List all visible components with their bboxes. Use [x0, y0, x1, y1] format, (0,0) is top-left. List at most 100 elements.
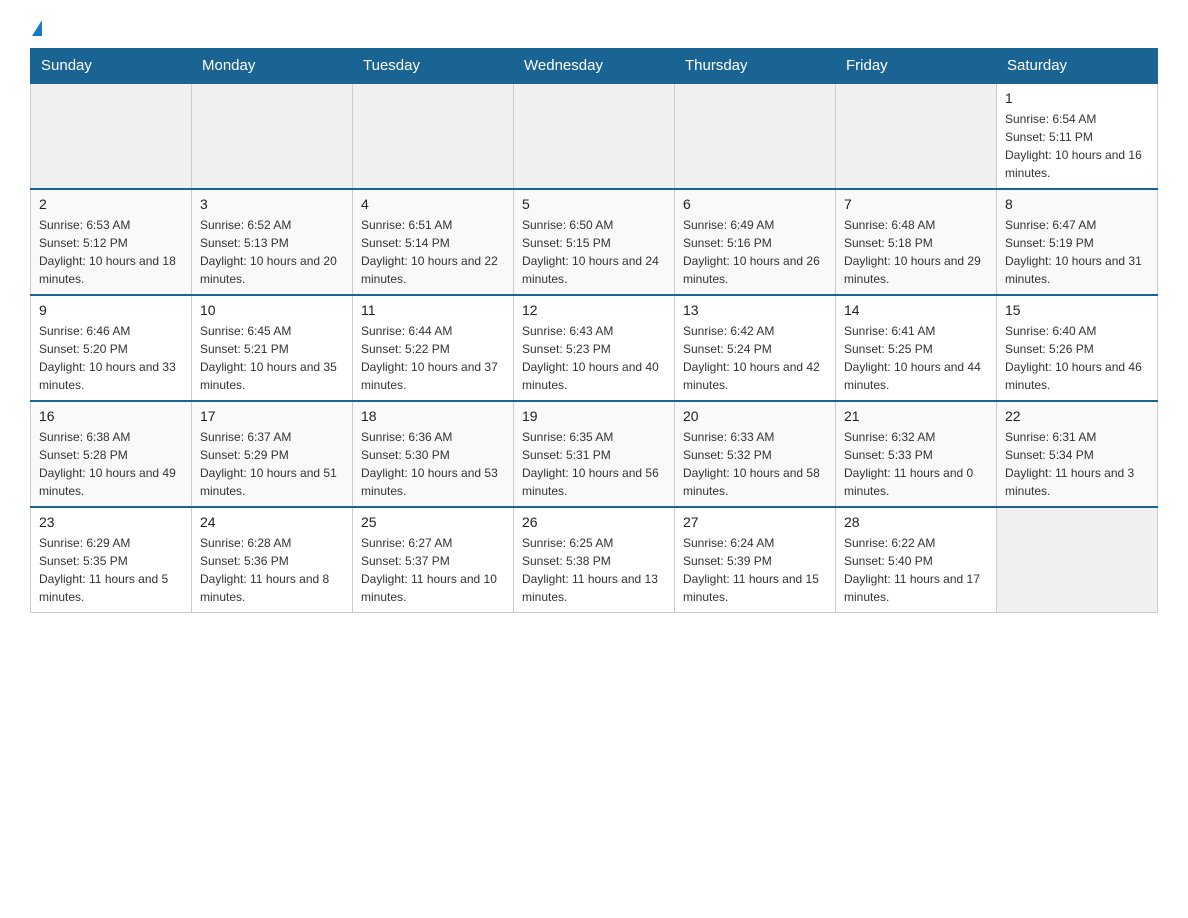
calendar-cell: 11 Sunrise: 6:44 AM Sunset: 5:22 PM Dayli…	[353, 295, 514, 401]
day-number: 1	[1005, 90, 1149, 106]
day-number: 10	[200, 302, 344, 318]
calendar-table: SundayMondayTuesdayWednesdayThursdayFrid…	[30, 48, 1158, 613]
day-info: Sunrise: 6:40 AM Sunset: 5:26 PM Dayligh…	[1005, 322, 1149, 394]
calendar-cell: 17 Sunrise: 6:37 AM Sunset: 5:29 PM Dayli…	[192, 401, 353, 507]
calendar-cell: 9Sunrise: 6:46 AM Sunset: 5:20 PM Daylig…	[31, 295, 192, 401]
day-number: 17	[200, 408, 344, 424]
day-number: 15	[1005, 302, 1149, 318]
day-number: 3	[200, 196, 344, 212]
day-number: 5	[522, 196, 666, 212]
calendar-cell: 24Sunrise: 6:28 AM Sunset: 5:36 PM Dayli…	[192, 507, 353, 613]
day-number: 21	[844, 408, 988, 424]
calendar-week-row: 1 Sunrise: 6:54 AM Sunset: 5:11 PM Daylig…	[31, 83, 1158, 189]
day-number: 19	[522, 408, 666, 424]
calendar-cell: 8 Sunrise: 6:47 AM Sunset: 5:19 PM Daylig…	[997, 189, 1158, 295]
day-info: Sunrise: 6:47 AM Sunset: 5:19 PM Dayligh…	[1005, 216, 1149, 288]
calendar-cell: 7 Sunrise: 6:48 AM Sunset: 5:18 PM Daylig…	[836, 189, 997, 295]
calendar-cell	[514, 83, 675, 189]
calendar-cell: 28 Sunrise: 6:22 AM Sunset: 5:40 PM Dayli…	[836, 507, 997, 613]
calendar-cell: 1 Sunrise: 6:54 AM Sunset: 5:11 PM Daylig…	[997, 83, 1158, 189]
day-number: 25	[361, 514, 505, 530]
calendar-cell: 18 Sunrise: 6:36 AM Sunset: 5:30 PM Dayli…	[353, 401, 514, 507]
calendar-week-row: 23 Sunrise: 6:29 AM Sunset: 5:35 PM Dayli…	[31, 507, 1158, 613]
calendar-cell: 20 Sunrise: 6:33 AM Sunset: 5:32 PM Dayli…	[675, 401, 836, 507]
calendar-header-row: SundayMondayTuesdayWednesdayThursdayFrid…	[31, 49, 1158, 84]
logo	[30, 20, 42, 38]
calendar-cell	[31, 83, 192, 189]
day-info: Sunrise: 6:29 AM Sunset: 5:35 PM Dayligh…	[39, 534, 183, 606]
calendar-cell: 2 Sunrise: 6:53 AM Sunset: 5:12 PM Daylig…	[31, 189, 192, 295]
day-info: Sunrise: 6:45 AM Sunset: 5:21 PM Dayligh…	[200, 322, 344, 394]
day-number: 23	[39, 514, 183, 530]
calendar-cell: 19 Sunrise: 6:35 AM Sunset: 5:31 PM Dayli…	[514, 401, 675, 507]
day-number: 20	[683, 408, 827, 424]
day-info: Sunrise: 6:35 AM Sunset: 5:31 PM Dayligh…	[522, 428, 666, 500]
day-number: 28	[844, 514, 988, 530]
calendar-cell: 27 Sunrise: 6:24 AM Sunset: 5:39 PM Dayli…	[675, 507, 836, 613]
page-header	[30, 20, 1158, 38]
day-info: Sunrise: 6:32 AM Sunset: 5:33 PM Dayligh…	[844, 428, 988, 500]
calendar-cell: 13 Sunrise: 6:42 AM Sunset: 5:24 PM Dayli…	[675, 295, 836, 401]
day-number: 7	[844, 196, 988, 212]
day-number: 14	[844, 302, 988, 318]
day-info: Sunrise: 6:24 AM Sunset: 5:39 PM Dayligh…	[683, 534, 827, 606]
day-number: 13	[683, 302, 827, 318]
day-info: Sunrise: 6:38 AM Sunset: 5:28 PM Dayligh…	[39, 428, 183, 500]
day-number: 11	[361, 302, 505, 318]
day-info: Sunrise: 6:22 AM Sunset: 5:40 PM Dayligh…	[844, 534, 988, 606]
day-number: 2	[39, 196, 183, 212]
day-of-week-header: Thursday	[675, 49, 836, 84]
calendar-cell	[353, 83, 514, 189]
calendar-cell: 16 Sunrise: 6:38 AM Sunset: 5:28 PM Dayli…	[31, 401, 192, 507]
day-number: 22	[1005, 408, 1149, 424]
calendar-cell	[192, 83, 353, 189]
calendar-cell: 5 Sunrise: 6:50 AM Sunset: 5:15 PM Daylig…	[514, 189, 675, 295]
calendar-week-row: 16 Sunrise: 6:38 AM Sunset: 5:28 PM Dayli…	[31, 401, 1158, 507]
day-number: 12	[522, 302, 666, 318]
day-number: 8	[1005, 196, 1149, 212]
calendar-cell: 15 Sunrise: 6:40 AM Sunset: 5:26 PM Dayli…	[997, 295, 1158, 401]
day-of-week-header: Saturday	[997, 49, 1158, 84]
calendar-week-row: 9Sunrise: 6:46 AM Sunset: 5:20 PM Daylig…	[31, 295, 1158, 401]
day-info: Sunrise: 6:36 AM Sunset: 5:30 PM Dayligh…	[361, 428, 505, 500]
calendar-cell	[675, 83, 836, 189]
day-number: 9	[39, 302, 183, 318]
calendar-cell: 3 Sunrise: 6:52 AM Sunset: 5:13 PM Daylig…	[192, 189, 353, 295]
logo-triangle-icon	[32, 20, 42, 36]
calendar-cell: 21 Sunrise: 6:32 AM Sunset: 5:33 PM Dayli…	[836, 401, 997, 507]
calendar-cell: 26 Sunrise: 6:25 AM Sunset: 5:38 PM Dayli…	[514, 507, 675, 613]
calendar-cell: 10 Sunrise: 6:45 AM Sunset: 5:21 PM Dayli…	[192, 295, 353, 401]
day-number: 24	[200, 514, 344, 530]
calendar-cell: 23 Sunrise: 6:29 AM Sunset: 5:35 PM Dayli…	[31, 507, 192, 613]
calendar-cell	[997, 507, 1158, 613]
day-info: Sunrise: 6:25 AM Sunset: 5:38 PM Dayligh…	[522, 534, 666, 606]
day-info: Sunrise: 6:48 AM Sunset: 5:18 PM Dayligh…	[844, 216, 988, 288]
day-number: 18	[361, 408, 505, 424]
day-info: Sunrise: 6:44 AM Sunset: 5:22 PM Dayligh…	[361, 322, 505, 394]
calendar-cell: 6Sunrise: 6:49 AM Sunset: 5:16 PM Daylig…	[675, 189, 836, 295]
day-info: Sunrise: 6:50 AM Sunset: 5:15 PM Dayligh…	[522, 216, 666, 288]
day-info: Sunrise: 6:33 AM Sunset: 5:32 PM Dayligh…	[683, 428, 827, 500]
day-info: Sunrise: 6:37 AM Sunset: 5:29 PM Dayligh…	[200, 428, 344, 500]
day-number: 27	[683, 514, 827, 530]
day-info: Sunrise: 6:31 AM Sunset: 5:34 PM Dayligh…	[1005, 428, 1149, 500]
day-of-week-header: Sunday	[31, 49, 192, 84]
calendar-cell: 22 Sunrise: 6:31 AM Sunset: 5:34 PM Dayli…	[997, 401, 1158, 507]
day-of-week-header: Monday	[192, 49, 353, 84]
day-number: 16	[39, 408, 183, 424]
day-info: Sunrise: 6:51 AM Sunset: 5:14 PM Dayligh…	[361, 216, 505, 288]
day-info: Sunrise: 6:43 AM Sunset: 5:23 PM Dayligh…	[522, 322, 666, 394]
day-info: Sunrise: 6:42 AM Sunset: 5:24 PM Dayligh…	[683, 322, 827, 394]
day-info: Sunrise: 6:54 AM Sunset: 5:11 PM Dayligh…	[1005, 110, 1149, 182]
day-number: 26	[522, 514, 666, 530]
day-of-week-header: Tuesday	[353, 49, 514, 84]
day-info: Sunrise: 6:52 AM Sunset: 5:13 PM Dayligh…	[200, 216, 344, 288]
day-info: Sunrise: 6:53 AM Sunset: 5:12 PM Dayligh…	[39, 216, 183, 288]
calendar-cell: 14 Sunrise: 6:41 AM Sunset: 5:25 PM Dayli…	[836, 295, 997, 401]
day-number: 4	[361, 196, 505, 212]
day-of-week-header: Wednesday	[514, 49, 675, 84]
calendar-week-row: 2 Sunrise: 6:53 AM Sunset: 5:12 PM Daylig…	[31, 189, 1158, 295]
calendar-cell	[836, 83, 997, 189]
day-info: Sunrise: 6:41 AM Sunset: 5:25 PM Dayligh…	[844, 322, 988, 394]
calendar-cell: 12 Sunrise: 6:43 AM Sunset: 5:23 PM Dayli…	[514, 295, 675, 401]
